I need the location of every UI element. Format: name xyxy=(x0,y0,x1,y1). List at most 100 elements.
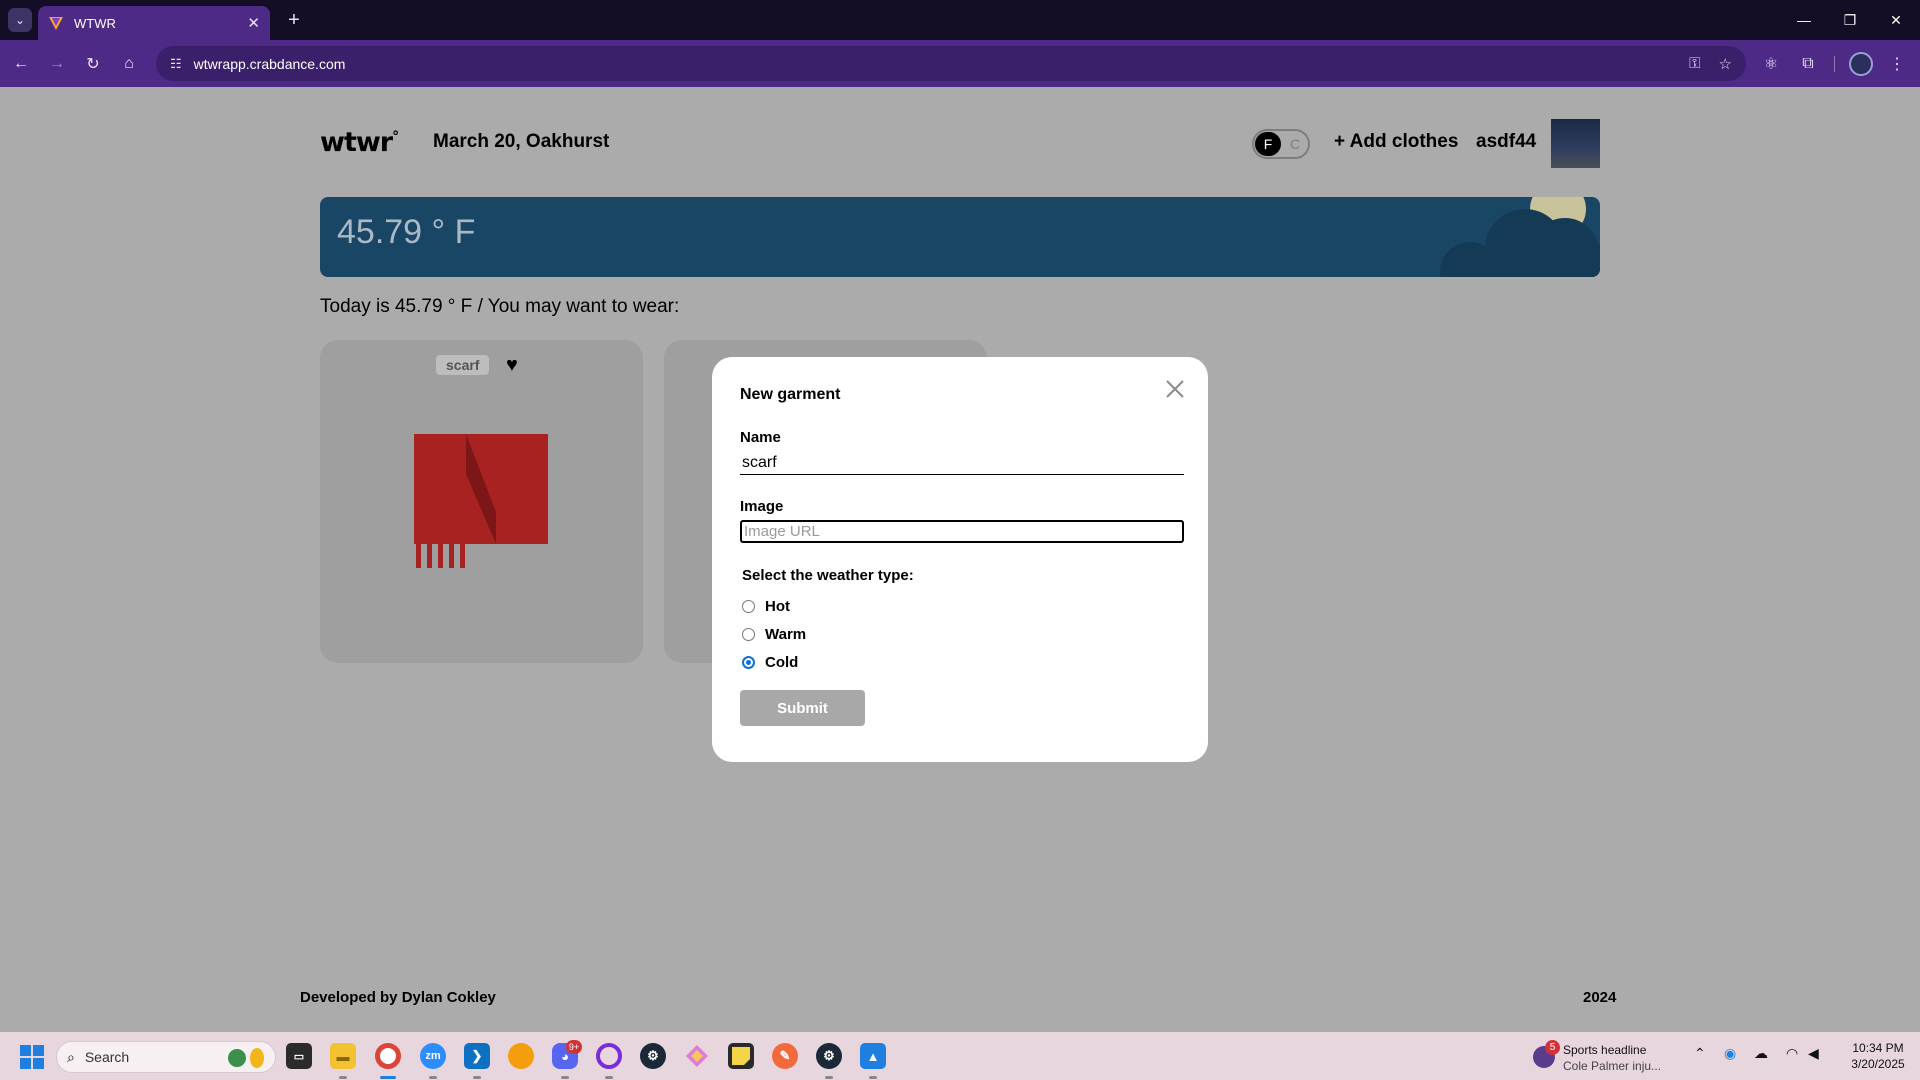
unit-c[interactable]: C xyxy=(1283,132,1307,156)
modal-title: New garment xyxy=(740,386,841,403)
weather-type-legend: Select the weather type: xyxy=(742,567,914,584)
wear-suggestion-text: Today is 45.79 ° F / You may want to wea… xyxy=(320,296,680,317)
radio-hot-input[interactable] xyxy=(742,600,755,613)
taskbar-search[interactable]: ⌕ Search xyxy=(56,1041,276,1073)
menu-kebab-icon[interactable]: ⋮ xyxy=(1884,51,1910,77)
sticky-notes-icon[interactable] xyxy=(728,1043,754,1069)
address-bar[interactable]: ☷ wtwrapp.crabdance.com ⚿ ☆ xyxy=(156,46,1746,81)
submit-button[interactable]: Submit xyxy=(740,690,865,726)
clock-time: 10:34 PM xyxy=(1852,1041,1904,1055)
search-icon: ⌕ xyxy=(67,1048,75,1065)
windows-taskbar: ⌕ Search ▭ ▬ zm ❯ ◕ 9+ ⚙ ✎ ⚙ ▲ 5 Sports … xyxy=(0,1032,1920,1080)
cloudy-moon-icon xyxy=(1440,197,1600,277)
heart-filled-icon[interactable]: ♥ xyxy=(506,354,518,377)
footer-developer: Developed by Dylan Cokley xyxy=(300,989,496,1006)
circle-app-indicator xyxy=(605,1076,613,1079)
wtwr-favicon-icon xyxy=(49,17,63,30)
steam-icon-2[interactable]: ⚙ xyxy=(816,1043,842,1069)
password-key-icon[interactable]: ⚿ xyxy=(1689,55,1700,72)
steam-icon[interactable]: ⚙ xyxy=(640,1043,666,1069)
vscode-icon[interactable]: ❯ xyxy=(464,1043,490,1069)
task-view-icon[interactable]: ▭ xyxy=(286,1043,312,1069)
show-hidden-icons-icon[interactable]: ⌃ xyxy=(1694,1045,1706,1062)
react-devtools-icon[interactable]: ⚛ xyxy=(1758,51,1784,77)
photos-indicator xyxy=(869,1076,877,1079)
footer-year: 2024 xyxy=(1583,989,1617,1006)
reload-icon[interactable]: ↻ xyxy=(80,51,106,77)
file-explorer-icon[interactable]: ▬ xyxy=(330,1043,356,1069)
forward-icon[interactable]: → xyxy=(44,51,70,77)
item-card-scarf[interactable]: scarf ♥ xyxy=(320,340,643,663)
radio-warm-input[interactable] xyxy=(742,628,755,641)
close-icon[interactable] xyxy=(1163,377,1187,401)
logo-mark: ° xyxy=(392,129,399,145)
image-url-input[interactable] xyxy=(740,520,1184,543)
discord-badge: 9+ xyxy=(566,1040,582,1054)
radio-warm-label[interactable]: Warm xyxy=(765,626,806,643)
username[interactable]: asdf44 xyxy=(1476,131,1536,153)
chrome-icon[interactable] xyxy=(375,1043,401,1069)
zoom-indicator xyxy=(429,1076,437,1079)
tab-close-icon[interactable]: ✕ xyxy=(247,14,260,32)
radio-warm[interactable]: Warm xyxy=(742,626,806,643)
circle-app-icon[interactable] xyxy=(596,1043,622,1069)
zoom-icon[interactable]: zm xyxy=(420,1043,446,1069)
file-explorer-indicator xyxy=(339,1076,347,1079)
browser-toolbar: ← → ↻ ⌂ ☷ wtwrapp.crabdance.com ⚿ ☆ ⚛ ⧉ … xyxy=(0,40,1920,87)
back-icon[interactable]: ← xyxy=(8,51,34,77)
weather-card: 45.79 ° F xyxy=(320,197,1600,277)
postman-icon[interactable]: ✎ xyxy=(772,1043,798,1069)
tab-wtwr[interactable]: WTWR ✕ xyxy=(38,6,270,40)
clock-date: 3/20/2025 xyxy=(1851,1057,1905,1071)
address-url[interactable]: wtwrapp.crabdance.com xyxy=(194,56,346,72)
image-label: Image xyxy=(740,498,784,515)
discord-indicator xyxy=(561,1076,569,1079)
weather-app-icon[interactable] xyxy=(508,1043,534,1069)
onedrive-icon[interactable]: ☁ xyxy=(1754,1045,1768,1062)
photos-icon[interactable]: ▲ xyxy=(860,1043,886,1069)
window-close-icon[interactable]: ✕ xyxy=(1873,0,1919,40)
tab-title: WTWR xyxy=(74,15,116,31)
restore-icon[interactable]: ❐ xyxy=(1827,0,1873,40)
radio-hot-label[interactable]: Hot xyxy=(765,598,790,615)
profile-icon[interactable] xyxy=(1849,52,1873,76)
radio-hot[interactable]: Hot xyxy=(742,598,790,615)
radio-cold-label[interactable]: Cold xyxy=(765,654,798,671)
site-info-icon[interactable]: ☷ xyxy=(170,56,182,72)
extensions-icon[interactable]: ⧉ xyxy=(1795,51,1821,77)
logo-text: wtwr xyxy=(320,127,393,158)
home-icon[interactable]: ⌂ xyxy=(116,51,142,77)
gemini-icon[interactable] xyxy=(684,1043,710,1069)
item-name: scarf xyxy=(436,355,490,375)
name-label: Name xyxy=(740,429,781,446)
news-widget[interactable]: 5 Sports headline Cole Palmer inju... xyxy=(1533,1040,1693,1074)
volume-icon[interactable]: ◀ xyxy=(1808,1045,1819,1062)
bookmark-star-icon[interactable]: ☆ xyxy=(1719,55,1732,73)
defender-icon[interactable]: ◉ xyxy=(1724,1045,1736,1062)
new-garment-modal: New garment Name Image Select the weathe… xyxy=(712,357,1208,762)
avatar[interactable] xyxy=(1551,119,1600,168)
logo[interactable]: wtwr° xyxy=(320,127,399,158)
system-clock[interactable]: 10:34 PM 3/20/2025 xyxy=(1843,1040,1913,1072)
new-tab-icon[interactable]: + xyxy=(282,8,306,32)
weather-temperature: 45.79 ° F xyxy=(337,213,476,251)
wifi-icon[interactable]: ◠ xyxy=(1786,1045,1798,1062)
chrome-indicator xyxy=(380,1076,396,1079)
news-badge: 5 xyxy=(1545,1040,1560,1055)
radio-cold-input[interactable] xyxy=(742,656,755,669)
date-location: March 20, Oakhurst xyxy=(433,131,610,152)
minimize-icon[interactable]: — xyxy=(1781,0,1827,40)
name-input[interactable] xyxy=(740,451,1184,475)
windows-start-icon[interactable] xyxy=(20,1045,44,1069)
browser-titlebar: ⌄ WTWR ✕ + — ❐ ✕ xyxy=(0,0,1920,40)
toolbar-divider xyxy=(1834,56,1835,72)
unit-f[interactable]: F xyxy=(1255,132,1281,156)
temperature-unit-toggle[interactable]: F C xyxy=(1252,129,1310,159)
scarf-fringe-icon xyxy=(498,434,547,458)
news-title: Sports headline xyxy=(1563,1043,1647,1057)
radio-cold[interactable]: Cold xyxy=(742,654,798,671)
add-clothes-button[interactable]: + Add clothes xyxy=(1334,131,1458,153)
tab-search-icon[interactable]: ⌄ xyxy=(8,8,32,32)
vscode-indicator xyxy=(473,1076,481,1079)
steam-indicator xyxy=(825,1076,833,1079)
